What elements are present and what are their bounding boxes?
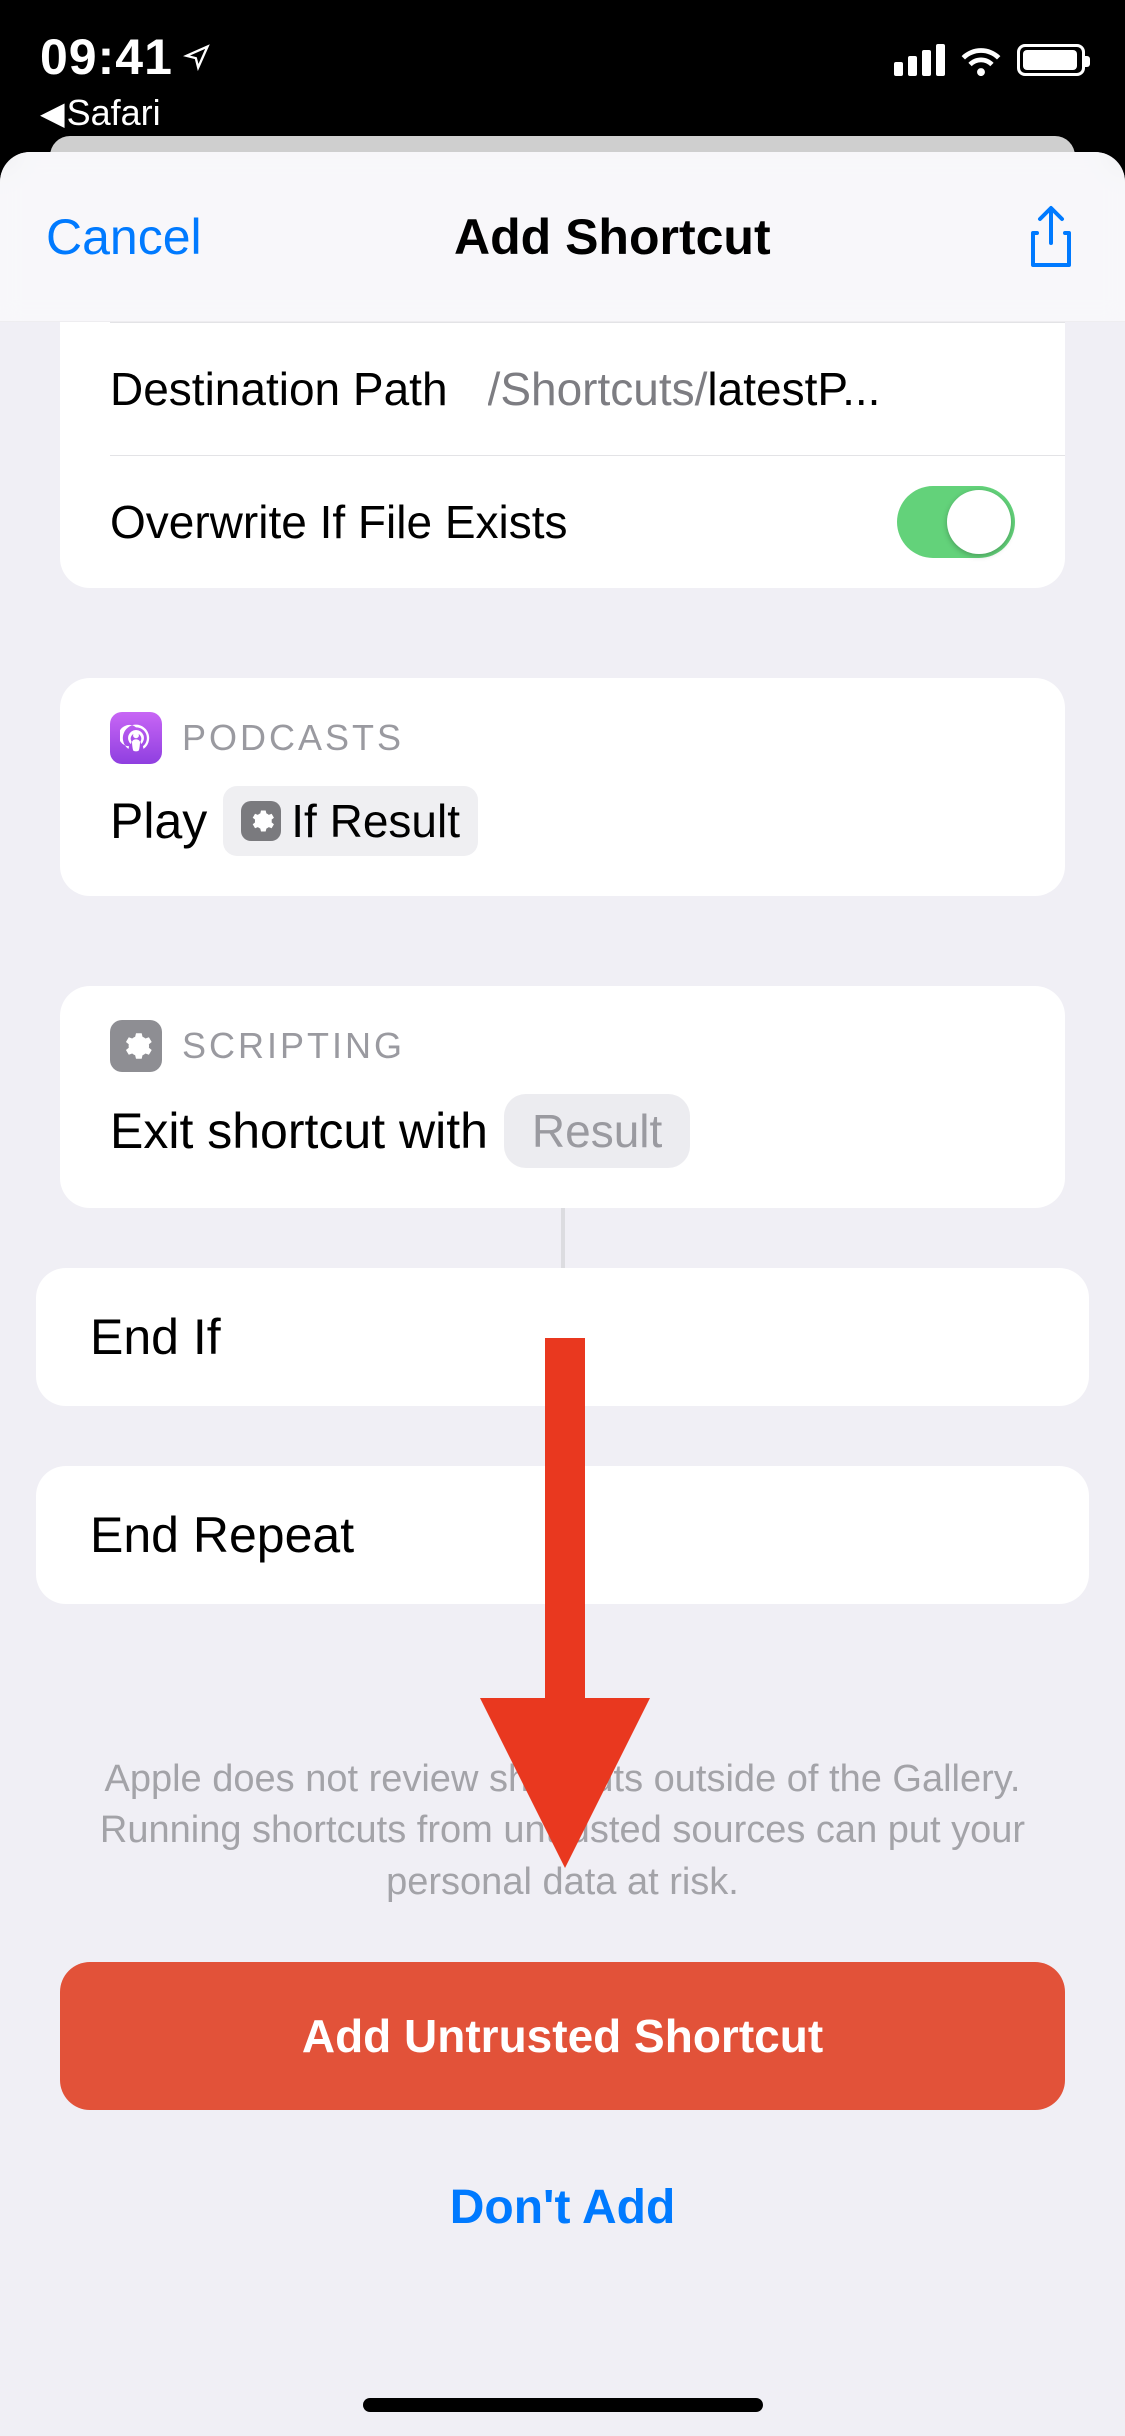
action-card-scripting: SCRIPTING Exit shortcut with Result	[60, 986, 1065, 1208]
nav-bar: Cancel Add Shortcut	[0, 152, 1125, 322]
home-indicator[interactable]	[363, 2398, 763, 2412]
dont-add-button[interactable]: Don't Add	[0, 2180, 1125, 2235]
podcast-glyph-icon	[120, 722, 152, 754]
end-if-label: End If	[90, 1309, 221, 1365]
gear-icon	[119, 1029, 153, 1063]
podcasts-app-icon	[110, 712, 162, 764]
content-scroll[interactable]: Destination Path /Shortcuts/latestP... O…	[0, 322, 1125, 2436]
overwrite-row: Overwrite If File Exists	[60, 456, 1065, 588]
share-icon	[1026, 205, 1076, 269]
flow-connector	[561, 1406, 565, 1466]
share-button[interactable]	[1023, 203, 1079, 271]
chevron-left-icon: ◀	[40, 97, 65, 129]
variable-if-result[interactable]: If Result	[223, 786, 478, 856]
cancel-button[interactable]: Cancel	[46, 208, 202, 266]
flow-connector	[561, 1208, 565, 1268]
podcast-body[interactable]: Play If Result	[60, 764, 1065, 896]
end-repeat-label: End Repeat	[90, 1507, 354, 1563]
cellular-signal-icon	[894, 44, 945, 76]
battery-icon	[1017, 44, 1085, 76]
destination-path-value: /Shortcuts/latestP...	[488, 362, 1015, 416]
status-bar: 09:41 ◀ Safari	[0, 0, 1125, 132]
clock-time: 09:41	[40, 28, 173, 86]
overwrite-label: Overwrite If File Exists	[110, 495, 568, 549]
podcast-header: PODCASTS	[182, 717, 404, 759]
location-arrow-icon	[183, 43, 211, 71]
scripting-body[interactable]: Exit shortcut with Result	[60, 1072, 1065, 1208]
end-repeat-block[interactable]: End Repeat	[36, 1466, 1089, 1604]
overwrite-toggle[interactable]	[897, 486, 1015, 558]
destination-path-row[interactable]: Destination Path /Shortcuts/latestP...	[60, 323, 1065, 455]
scripting-app-icon	[110, 1020, 162, 1072]
add-untrusted-shortcut-button[interactable]: Add Untrusted Shortcut	[60, 1962, 1065, 2110]
wifi-icon	[959, 44, 1003, 76]
page-title: Add Shortcut	[454, 208, 771, 266]
parameter-result[interactable]: Result	[504, 1094, 690, 1168]
scripting-header: SCRIPTING	[182, 1025, 405, 1067]
end-if-block[interactable]: End If	[36, 1268, 1089, 1406]
untrusted-warning-text: Apple does not review shortcuts outside …	[0, 1754, 1125, 1908]
gear-icon	[241, 801, 281, 841]
action-card-file: Destination Path /Shortcuts/latestP... O…	[60, 322, 1065, 588]
add-untrusted-label: Add Untrusted Shortcut	[302, 2009, 823, 2063]
dont-add-label: Don't Add	[450, 2181, 676, 2234]
action-card-podcast: PODCASTS Play If Result	[60, 678, 1065, 896]
back-to-app-button[interactable]: ◀ Safari	[40, 92, 161, 134]
back-app-label: Safari	[67, 92, 161, 134]
destination-path-label: Destination Path	[110, 362, 448, 416]
modal-sheet: Cancel Add Shortcut Destination Path /Sh…	[0, 152, 1125, 2436]
